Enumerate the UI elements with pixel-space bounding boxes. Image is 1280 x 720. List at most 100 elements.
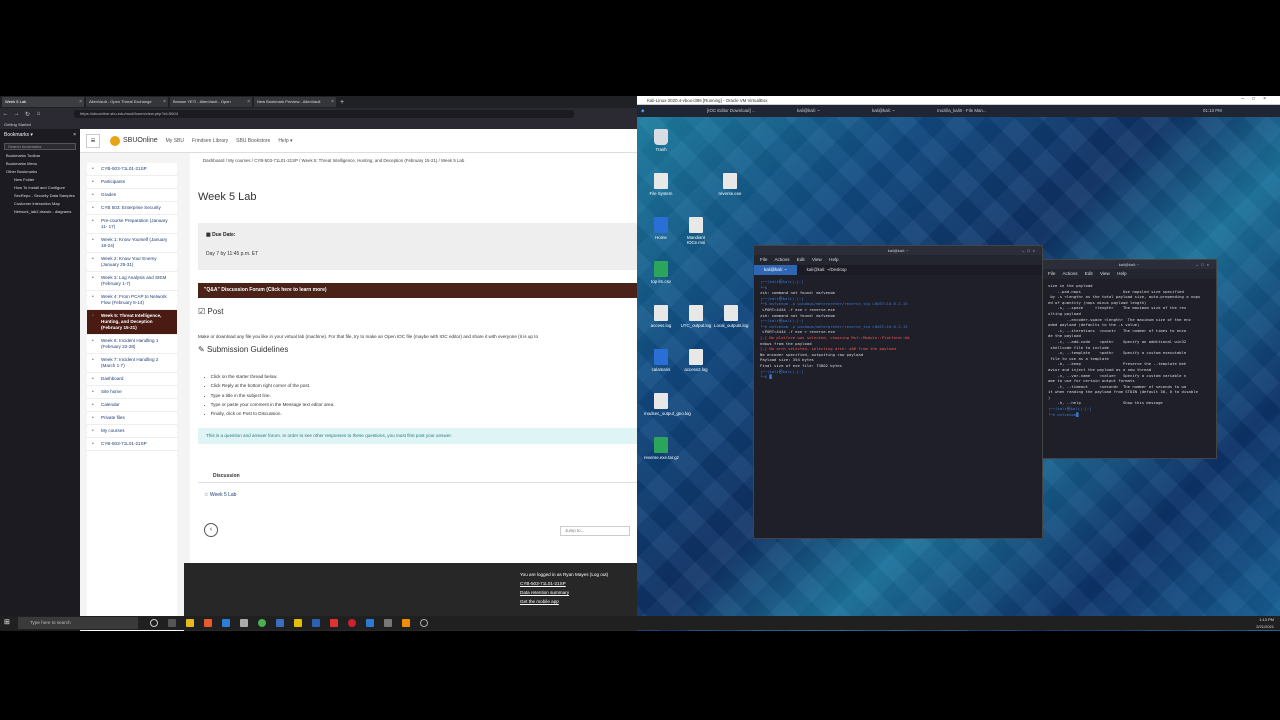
desktop-icon-calamaris[interactable]: calamaris <box>644 349 678 372</box>
menu-icon[interactable]: ≡ <box>86 133 100 148</box>
desktop-icon-mandiant[interactable]: Mandiant IOCe.msi <box>679 217 713 245</box>
close-icon[interactable]: × <box>79 97 82 107</box>
desktop-icon-access2-log[interactable]: access2.log <box>679 349 713 372</box>
app-icon[interactable] <box>420 619 428 627</box>
kali-task[interactable]: kali@kali: ~ <box>797 105 820 117</box>
bookmark-item[interactable]: How To Install and Configure <box>0 184 80 192</box>
bookmark-item[interactable]: SecRepo - Security Data Samples <box>0 192 80 200</box>
data-retention-link[interactable]: Data retention summary <box>520 590 569 595</box>
task-view-icon[interactable] <box>168 619 176 627</box>
terminal-window-2[interactable]: kali@kali: ~ –□× File Actions Edit View H… <box>1041 259 1217 459</box>
menu-view[interactable]: View <box>1100 271 1110 276</box>
browser-tab[interactable]: Browse YETI - AlienVault - Open × <box>170 97 252 107</box>
file-explorer-icon[interactable] <box>186 619 194 627</box>
course-nav-item[interactable]: • Week 2: Know Your Enemy (January 25-31) <box>87 253 177 272</box>
new-tab-button[interactable]: + <box>340 99 344 106</box>
kali-task[interactable]: kali@kali: ~ <box>872 105 895 117</box>
close-icon[interactable]: × <box>163 97 166 107</box>
bookmarks-search-input[interactable]: Search bookmarks <box>4 143 76 150</box>
course-nav-item[interactable]: • Week 6: Incident Handling 1 (February 2… <box>87 335 177 354</box>
course-nav-item[interactable]: • Pre-course Preparation (January 11- 17) <box>87 215 177 234</box>
kali-task[interactable]: mozilla_kali0 - File Man... <box>937 105 987 117</box>
desktop-icon-reverse-exe[interactable]: reverse.exe <box>713 173 747 196</box>
course-nav-item[interactable]: • Week 3: Log Analysis and SIEM (February… <box>87 272 177 291</box>
logged-in-text[interactable]: You are logged in as Ryan Mayes (Log out… <box>520 572 608 577</box>
menu-help[interactable]: Help <box>1117 271 1126 276</box>
bookmark-folder[interactable]: Bookmarks Toolbar <box>0 152 80 160</box>
menu-view[interactable]: View <box>812 257 822 262</box>
terminal-title-bar[interactable]: kali@kali: ~ –□× <box>1042 260 1216 269</box>
terminal-output[interactable]: size in the payload --pad-nops Use nopsl… <box>1042 279 1216 421</box>
app-icon[interactable] <box>294 619 302 627</box>
course-nav-item[interactable]: • CYB-503-71L01-21SP <box>87 163 177 176</box>
window-controls[interactable]: –□× <box>1196 260 1212 269</box>
back-arrow-icon[interactable]: ← <box>0 111 11 117</box>
browser-tab[interactable]: Week 5 Lab × <box>2 97 84 107</box>
kali-task[interactable]: [IOC Editor Download] ... <box>707 105 756 117</box>
app-icon[interactable] <box>402 619 410 627</box>
course-nav-item[interactable]: • Dashboard <box>87 373 177 386</box>
terminal-tab[interactable]: kali@kali: ~/Desktop <box>797 265 857 275</box>
terminal-tab[interactable]: kali@kali: ~ <box>754 265 797 275</box>
desktop-icon-utc-log[interactable]: UTC_output.log <box>679 305 713 328</box>
bookmarks-toolbar[interactable]: Getting Started <box>0 120 637 129</box>
desktop-icon-filesystem[interactable]: File System <box>644 173 678 196</box>
bookmark-folder[interactable]: Other Bookmarks <box>0 168 80 176</box>
course-nav-item[interactable]: • Site home <box>87 386 177 399</box>
close-icon[interactable]: × <box>247 97 250 107</box>
desktop-icon-home[interactable]: Home <box>644 217 678 240</box>
bookmark-item[interactable]: Network_lab2.drawio - diagrams <box>0 208 80 216</box>
terminal-window-1[interactable]: kali@kali: ~ –□× File Actions Edit View H… <box>753 245 1043 539</box>
footer-course-link[interactable]: CYB-503-71L01-21SP <box>520 581 566 586</box>
course-nav-item[interactable]: • Week 5: Threat Intelligence, Hunting, a… <box>87 310 177 335</box>
bookmark-item[interactable]: Customer interaction Map <box>0 200 80 208</box>
taskbar-search-input[interactable]: Type here to search <box>18 617 138 629</box>
forward-arrow-icon[interactable]: → <box>11 111 22 117</box>
menu-actions[interactable]: Actions <box>1062 271 1077 276</box>
terminal-output[interactable]: ┌──(kali㉿kali)-[~] └─$ zsh: command not f… <box>754 275 1042 384</box>
app-icon[interactable] <box>366 619 374 627</box>
terminal-title-bar[interactable]: kali@kali: ~ –□× <box>754 246 1042 255</box>
browser-tab[interactable]: New Bookmark Preview - AlienVault × <box>254 97 336 107</box>
course-nav-item[interactable]: • Grades <box>87 189 177 202</box>
kali-menu-icon[interactable]: ◆ <box>641 105 644 117</box>
sbuonline-logo[interactable]: SBUOnline <box>110 135 158 146</box>
windows-start-icon[interactable]: ⊞ <box>4 619 12 627</box>
firefox-icon[interactable] <box>204 619 212 627</box>
discussion-row[interactable]: ☆ Week 5 Lab <box>204 492 236 498</box>
menu-actions[interactable]: Actions <box>774 257 789 262</box>
bookmarks-sidebar-header[interactable]: Bookmarks ▾ × <box>0 129 80 141</box>
close-icon[interactable]: × <box>73 129 76 141</box>
course-nav-item[interactable]: • CYB-503-71L01-21SP <box>87 438 177 451</box>
jump-to-select[interactable]: Jump to... <box>560 526 630 536</box>
course-nav-item[interactable]: • Week 1: Know Yourself (January 18-24) <box>87 234 177 253</box>
previous-activity-button[interactable]: ‹ <box>204 523 218 537</box>
bookmark-folder[interactable]: Bookmarks Menu <box>0 160 80 168</box>
discussion-column-header[interactable]: Discussion <box>213 473 240 479</box>
menu-edit[interactable]: Edit <box>1085 271 1093 276</box>
menu-file[interactable]: File <box>1048 271 1055 276</box>
nav-library[interactable]: Frindsen Library <box>192 138 228 144</box>
window-controls[interactable]: –□× <box>1241 96 1274 102</box>
desktop-icon-modsec-log[interactable]: modsec_output_gno.log <box>644 393 691 416</box>
breadcrumb[interactable]: Dashboard / My courses / CYB-503-71L01-2… <box>203 158 464 163</box>
desktop-icon-access-log[interactable]: access.log <box>644 305 678 328</box>
app-icon[interactable] <box>330 619 338 627</box>
close-icon[interactable]: × <box>331 97 334 107</box>
menu-help[interactable]: Help <box>829 257 838 262</box>
desktop-icon-csv[interactable]: top-lm.csv <box>644 261 678 284</box>
home-icon[interactable]: ⌂ <box>33 111 44 117</box>
course-nav-item[interactable]: • Week 7: Incident Handling 2 (March 1-7) <box>87 354 177 373</box>
course-nav-item[interactable]: • Participants <box>87 176 177 189</box>
nav-my-sbu[interactable]: My SBU <box>166 138 184 144</box>
app-icon[interactable] <box>222 619 230 627</box>
app-icon[interactable] <box>276 619 284 627</box>
app-icon[interactable] <box>384 619 392 627</box>
desktop-icon-trash[interactable]: Trash <box>644 129 678 152</box>
nav-bookstore[interactable]: SBU Bookstore <box>236 138 270 144</box>
course-nav-item[interactable]: • CYB 503: Enterprise Security <box>87 202 177 215</box>
chrome-icon[interactable] <box>258 619 266 627</box>
cortana-icon[interactable] <box>150 619 158 627</box>
reload-icon[interactable]: ↻ <box>22 111 33 118</box>
menu-edit[interactable]: Edit <box>797 257 805 262</box>
